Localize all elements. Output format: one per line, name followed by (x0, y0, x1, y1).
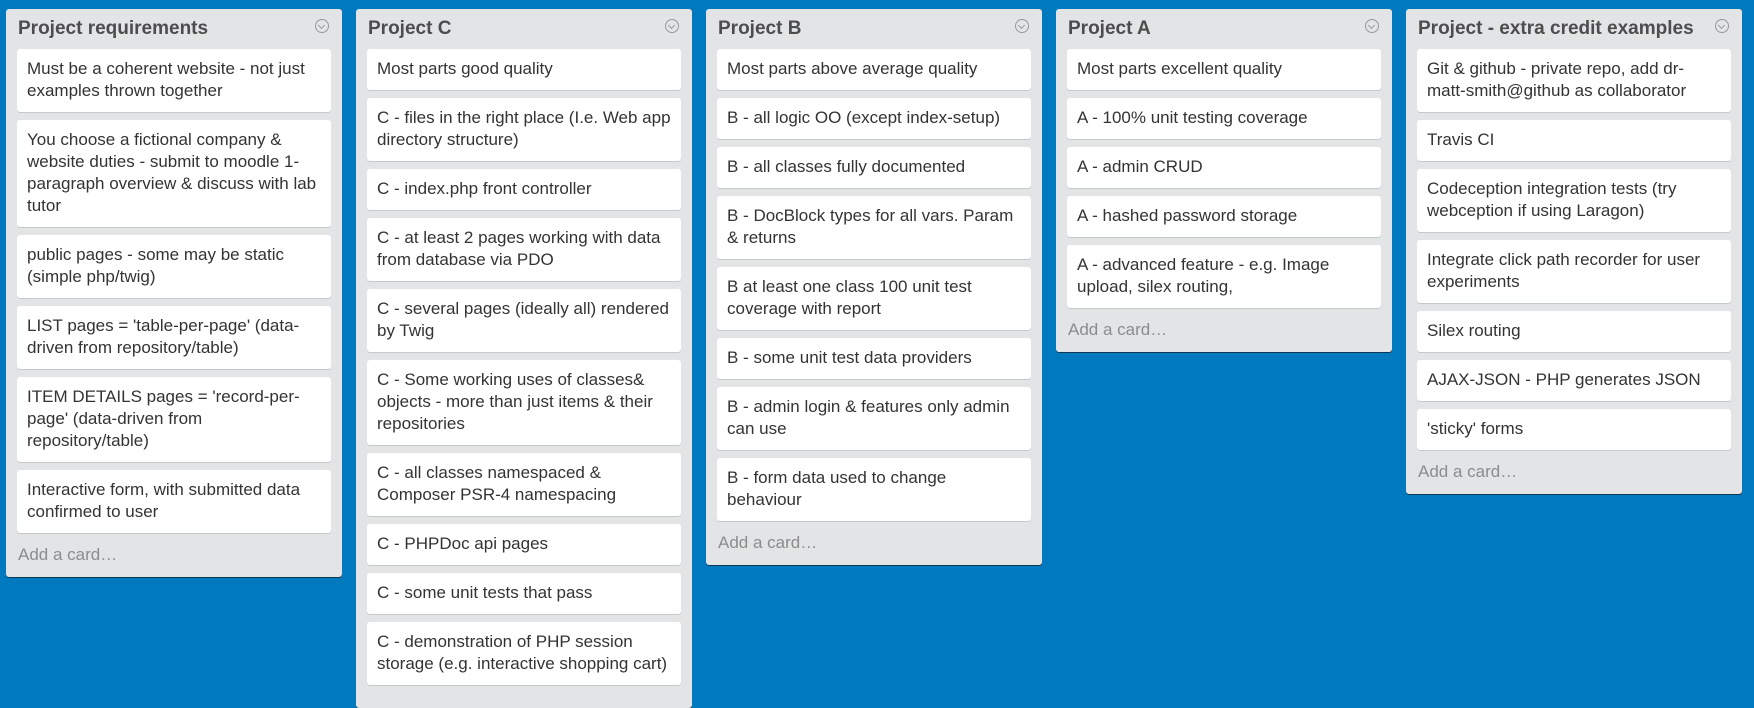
card[interactable]: C - index.php front controller (367, 169, 681, 210)
card[interactable]: C - some unit tests that pass (367, 573, 681, 614)
card-list: Must be a coherent website - not just ex… (17, 49, 331, 541)
card[interactable]: C - several pages (ideally all) rendered… (367, 289, 681, 352)
card[interactable]: C - demonstration of PHP session storage… (367, 622, 681, 685)
list-title[interactable]: Project A (1068, 18, 1151, 40)
card[interactable]: A - admin CRUD (1067, 147, 1381, 188)
card[interactable]: Most parts good quality (367, 49, 681, 90)
card[interactable]: B - all logic OO (except index-setup) (717, 98, 1031, 139)
card[interactable]: B - all classes fully documented (717, 147, 1031, 188)
card[interactable]: A - hashed password storage (1067, 196, 1381, 237)
card-list: Git & github - private repo, add dr-matt… (1417, 49, 1731, 458)
list-project-requirements: Project requirements Must be a coherent … (6, 9, 342, 577)
card[interactable]: C - files in the right place (I.e. Web a… (367, 98, 681, 161)
card[interactable]: Git & github - private repo, add dr-matt… (1417, 49, 1731, 112)
card[interactable]: AJAX-JSON - PHP generates JSON (1417, 360, 1731, 401)
card[interactable]: public pages - some may be static (simpl… (17, 235, 331, 298)
list-title[interactable]: Project C (368, 18, 451, 40)
card[interactable]: B at least one class 100 unit test cover… (717, 267, 1031, 330)
card[interactable]: A - 100% unit testing coverage (1067, 98, 1381, 139)
list-header: Project A (1067, 9, 1381, 49)
list-project-a: Project A Most parts excellent quality A… (1056, 9, 1392, 352)
card[interactable]: B - form data used to change behaviour (717, 458, 1031, 521)
list-project-b: Project B Most parts above average quali… (706, 9, 1042, 565)
list-header: Project B (717, 9, 1031, 49)
list-project-c: Project C Most parts good quality C - fi… (356, 9, 692, 708)
card[interactable]: Integrate click path recorder for user e… (1417, 240, 1731, 303)
list-title[interactable]: Project requirements (18, 18, 208, 40)
add-card-button[interactable]: Add a card… (717, 529, 1031, 565)
card[interactable]: Most parts above average quality (717, 49, 1031, 90)
list-title[interactable]: Project - extra credit examples (1418, 18, 1694, 40)
card-list: Most parts above average quality B - all… (717, 49, 1031, 529)
board: Project requirements Must be a coherent … (0, 0, 1754, 708)
list-menu-icon[interactable] (665, 19, 679, 33)
card-list: Most parts good quality C - files in the… (367, 49, 681, 693)
card[interactable]: Travis CI (1417, 120, 1731, 161)
card[interactable]: Interactive form, with submitted data co… (17, 470, 331, 533)
card[interactable]: Codeception integration tests (try webce… (1417, 169, 1731, 232)
card[interactable]: C - Some working uses of classes& object… (367, 360, 681, 445)
card[interactable]: B - admin login & features only admin ca… (717, 387, 1031, 450)
card[interactable]: LIST pages = 'table-per-page' (data-driv… (17, 306, 331, 369)
card[interactable]: Silex routing (1417, 311, 1731, 352)
list-menu-icon[interactable] (1715, 19, 1729, 33)
card[interactable]: Most parts excellent quality (1067, 49, 1381, 90)
list-menu-icon[interactable] (1015, 19, 1029, 33)
card[interactable]: You choose a fictional company & website… (17, 120, 331, 227)
list-title[interactable]: Project B (718, 18, 801, 40)
card[interactable]: 'sticky' forms (1417, 409, 1731, 450)
card[interactable]: Must be a coherent website - not just ex… (17, 49, 331, 112)
list-header: Project - extra credit examples (1417, 9, 1731, 49)
list-project-extra-credit: Project - extra credit examples Git & gi… (1406, 9, 1742, 494)
card[interactable]: C - all classes namespaced & Composer PS… (367, 453, 681, 516)
card[interactable]: ITEM DETAILS pages = 'record-per-page' (… (17, 377, 331, 462)
add-card-button[interactable]: Add a card… (17, 541, 331, 577)
list-menu-icon[interactable] (315, 19, 329, 33)
card[interactable]: A - advanced feature - e.g. Image upload… (1067, 245, 1381, 308)
add-card-button[interactable]: Add a card… (1067, 316, 1381, 352)
list-header: Project C (367, 9, 681, 49)
card-list: Most parts excellent quality A - 100% un… (1067, 49, 1381, 316)
list-menu-icon[interactable] (1365, 19, 1379, 33)
card[interactable]: C - at least 2 pages working with data f… (367, 218, 681, 281)
add-card-button[interactable]: Add a card… (1417, 458, 1731, 494)
card[interactable]: C - PHPDoc api pages (367, 524, 681, 565)
card[interactable]: B - some unit test data providers (717, 338, 1031, 379)
card[interactable]: B - DocBlock types for all vars. Param &… (717, 196, 1031, 259)
list-header: Project requirements (17, 9, 331, 49)
